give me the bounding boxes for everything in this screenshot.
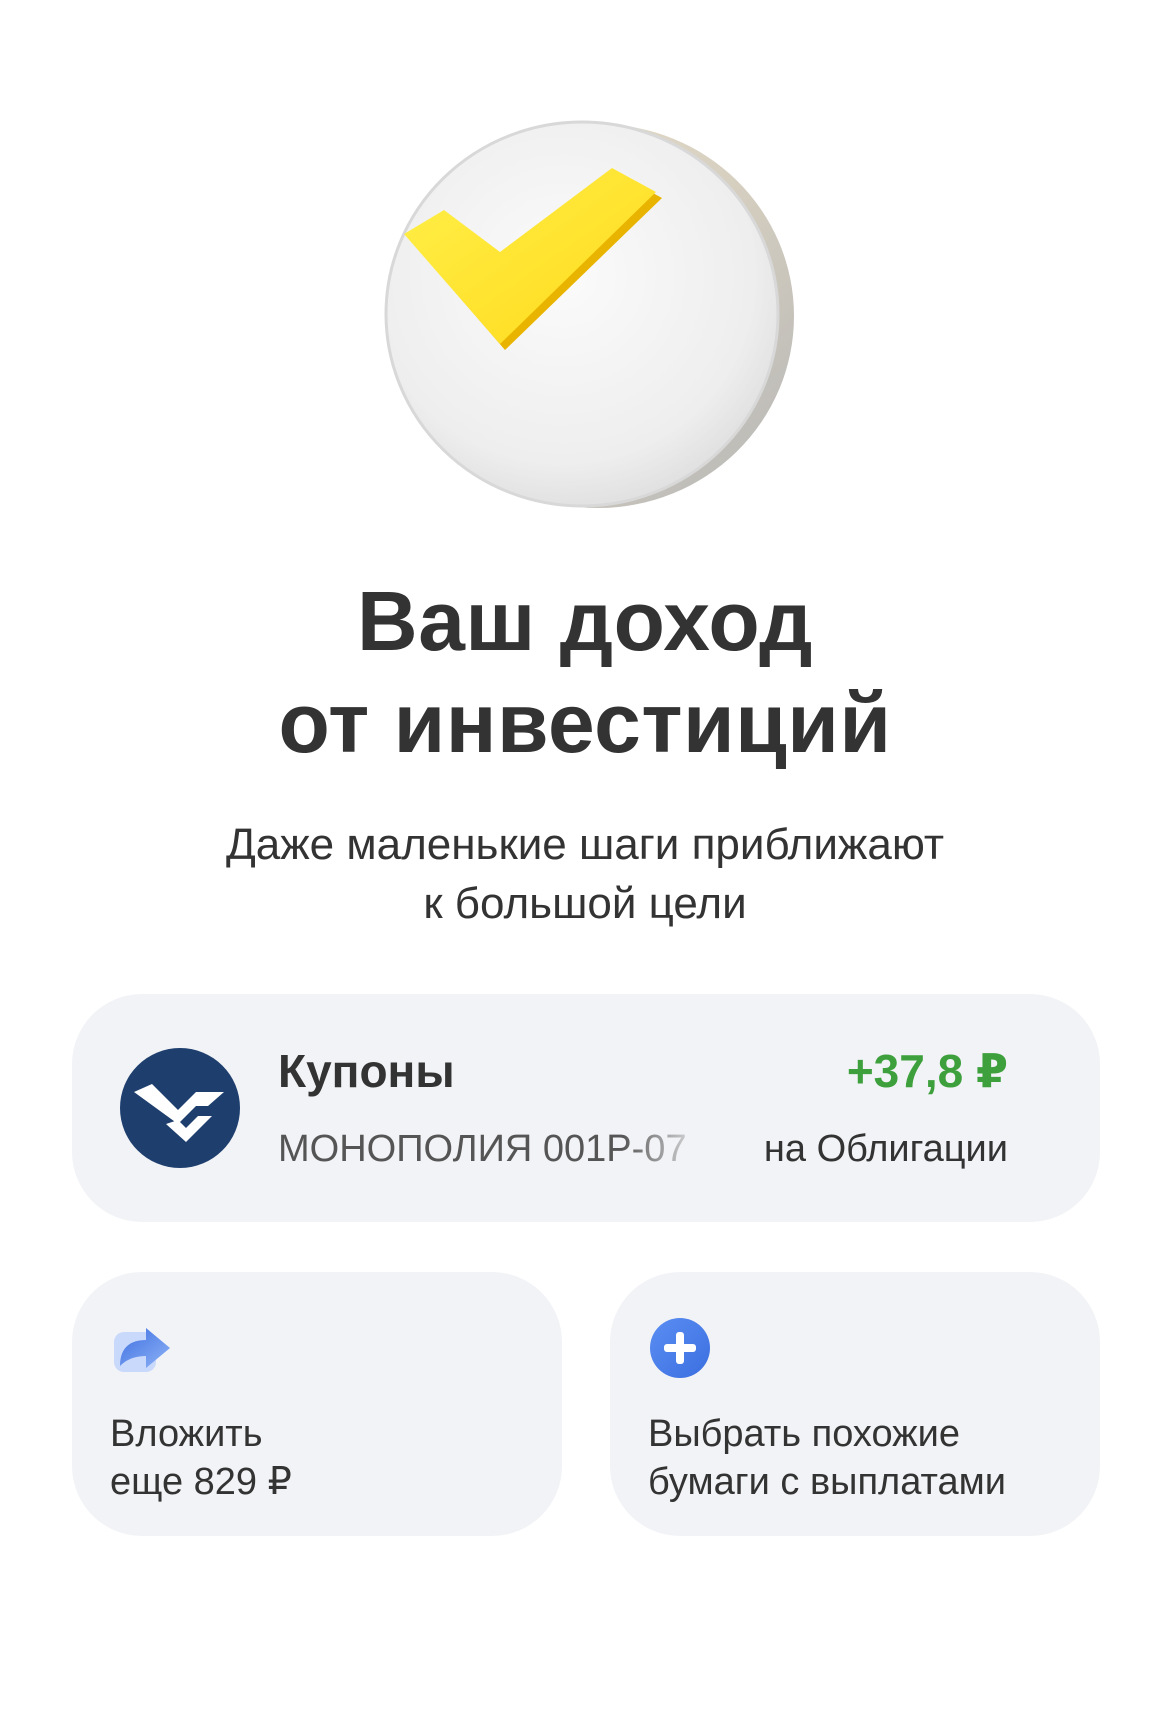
investment-income-screen: Ваш доход от инвестиций Даже маленькие ш… [0, 0, 1170, 1734]
page-title-line-1: Ваш доход [357, 574, 813, 668]
bond-type: на Облигации [763, 1128, 1008, 1170]
choose-similar-bonds-button[interactable]: Выбрать похожие бумаги с выплатами [610, 1272, 1100, 1536]
invest-more-button[interactable]: Вложить еще 829 ₽ [72, 1272, 562, 1536]
page-subtitle: Даже маленькие шаги приближают к большой… [0, 815, 1170, 933]
choose-similar-label: Выбрать похожие бумаги с выплатами [648, 1410, 1006, 1506]
invest-more-line-1: Вложить [110, 1413, 263, 1455]
coupon-income-card[interactable]: Купоны +37,8 ₽ МОНОПОЛИЯ 001Р-07 на Обли… [72, 994, 1100, 1222]
page-subtitle-line-2: к большой цели [423, 879, 747, 928]
page-subtitle-line-1: Даже маленькие шаги приближают [225, 820, 945, 869]
share-arrow-icon [110, 1316, 174, 1380]
monopoly-bond-logo-icon [120, 1048, 240, 1168]
invest-more-label: Вложить еще 829 ₽ [110, 1410, 292, 1506]
page-title: Ваш доход от инвестиций [0, 570, 1170, 774]
plus-circle-icon [648, 1316, 712, 1380]
coupon-amount: +37,8 ₽ [846, 1045, 1008, 1097]
choose-similar-line-2: бумаги с выплатами [648, 1461, 1006, 1503]
invest-more-line-2: еще 829 ₽ [110, 1461, 292, 1503]
yellow-checkmark-coin-icon [360, 118, 800, 508]
choose-similar-line-1: Выбрать похожие [648, 1413, 960, 1455]
coupon-label: Купоны [278, 1045, 455, 1097]
bond-name: МОНОПОЛИЯ 001Р-07 [278, 1128, 687, 1170]
page-title-line-2: от инвестиций [278, 676, 892, 770]
